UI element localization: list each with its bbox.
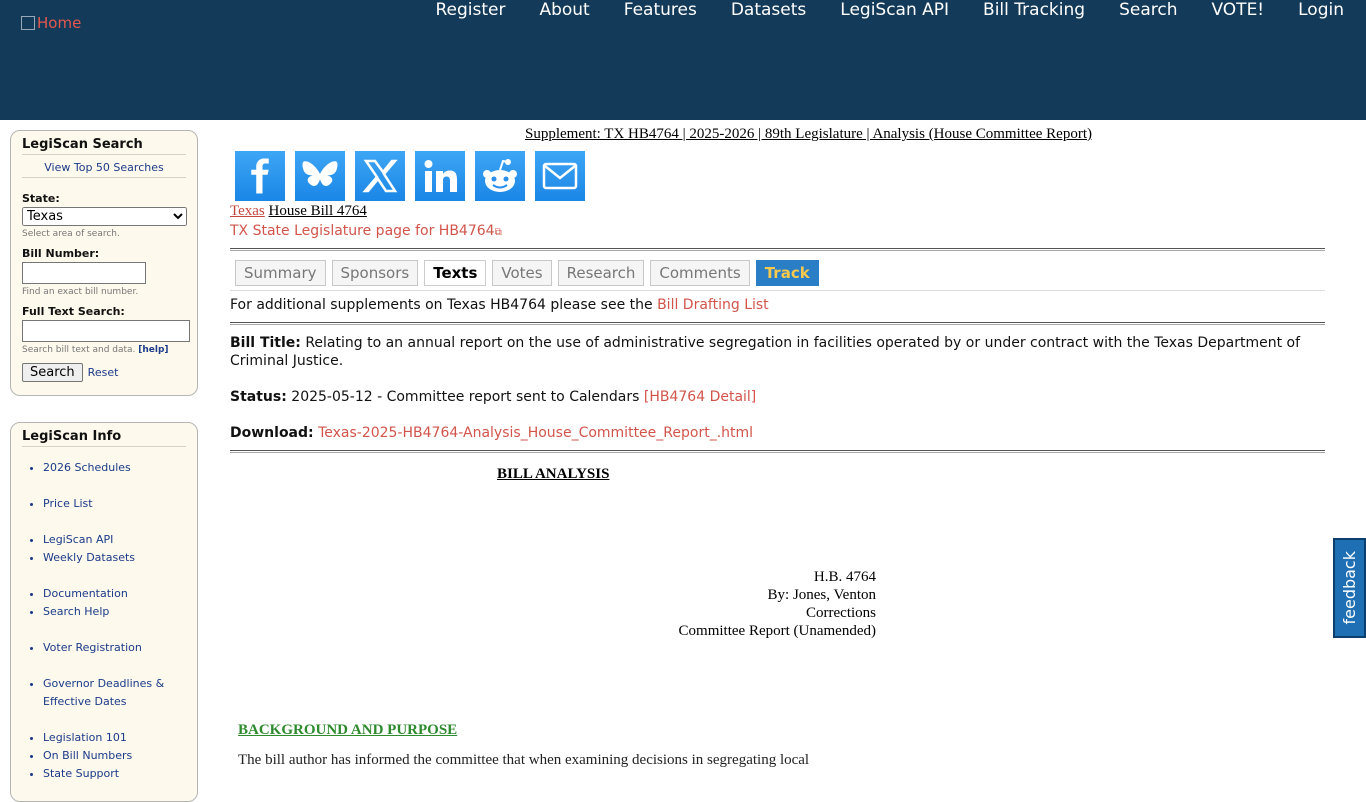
state-select[interactable]: Texas (22, 207, 187, 226)
tx-legislature-link[interactable]: TX State Legislature page for HB4764⧉ (230, 223, 1325, 239)
doc-meta: H.B. 4764 By: Jones, Venton Corrections … (678, 569, 876, 639)
info-link-price-list[interactable]: Price List (43, 495, 186, 513)
info-list: 2026 Schedules Price List LegiScan API W… (22, 459, 186, 783)
info-link-documentation[interactable]: Documentation (43, 585, 186, 603)
nav-search[interactable]: Search (1119, 0, 1177, 20)
bill-name: Texas House Bill 4764 (230, 203, 1325, 220)
bill-title: Bill Title: Relating to an annual report… (230, 335, 1301, 369)
doc-section-heading: BACKGROUND AND PURPOSE (238, 722, 458, 738)
info-link-governor-deadlines[interactable]: Governor Deadlines & Effective Dates (43, 675, 186, 711)
reset-link[interactable]: Reset (88, 366, 119, 379)
nav-legiscan-api[interactable]: LegiScan API (840, 0, 949, 20)
feedback-tab[interactable]: feedback (1333, 538, 1366, 638)
bill-detail-link[interactable]: [HB4764 Detail] (644, 389, 756, 405)
tab-votes[interactable]: Votes (492, 260, 552, 286)
nav-vote[interactable]: VOTE! (1211, 0, 1264, 20)
nav-bill-tracking[interactable]: Bill Tracking (983, 0, 1085, 20)
bill-drafting-list-link[interactable]: Bill Drafting List (657, 297, 769, 313)
broken-image-icon (21, 16, 35, 30)
doc-body-line: The bill author has informed the committ… (238, 752, 810, 768)
search-button[interactable]: Search (22, 363, 83, 382)
share-bar (235, 151, 1325, 201)
info-link-voter-registration[interactable]: Voter Registration (43, 639, 186, 657)
info-link-schedules[interactable]: 2026 Schedules (43, 459, 186, 477)
nav-datasets[interactable]: Datasets (731, 0, 806, 20)
top-nav: Register About Features Datasets LegiSca… (401, 0, 1344, 20)
tab-texts[interactable]: Texts (424, 260, 487, 286)
nav-features[interactable]: Features (624, 0, 697, 20)
doc-heading: BILL ANALYSIS (497, 466, 610, 482)
divider (230, 248, 1325, 251)
email-icon[interactable] (535, 151, 585, 201)
info-link-bill-numbers[interactable]: On Bill Numbers (43, 747, 186, 765)
search-box-title: LegiScan Search (22, 137, 186, 155)
nav-login[interactable]: Login (1298, 0, 1344, 20)
reddit-icon[interactable] (475, 151, 525, 201)
legiscan-info-box: LegiScan Info 2026 Schedules Price List … (10, 422, 198, 802)
nav-register[interactable]: Register (435, 0, 505, 20)
tab-track[interactable]: Track (755, 260, 819, 286)
external-link-icon: ⧉ (494, 227, 502, 238)
facebook-icon[interactable] (235, 151, 285, 201)
main-content: Supplement: TX HB4764 | 2025-2026 | 89th… (230, 126, 1325, 768)
top-header: Home Register About Features Datasets Le… (0, 0, 1366, 120)
x-icon[interactable] (355, 151, 405, 201)
full-text-hint: Search bill text and data. [help] (22, 345, 169, 355)
tab-sponsors[interactable]: Sponsors (331, 260, 419, 286)
download-link[interactable]: Texas-2025-HB4764-Analysis_House_Committ… (318, 425, 753, 441)
bill-number-hint: Find an exact bill number. (22, 287, 139, 297)
supplement-heading[interactable]: Supplement: TX HB4764 | 2025-2026 | 89th… (292, 126, 1325, 143)
legiscan-search-box: LegiScan Search View Top 50 Searches Sta… (10, 130, 198, 396)
bill-number-label: Bill Number: (22, 247, 100, 260)
help-link[interactable]: [help] (138, 345, 168, 355)
bill-tabs: Summary Sponsors Texts Votes Research Co… (235, 260, 1325, 286)
linkedin-icon[interactable] (415, 151, 465, 201)
divider (230, 450, 1325, 453)
supplements-note: For additional supplements on Texas HB47… (230, 297, 769, 313)
tab-summary[interactable]: Summary (235, 260, 326, 286)
top-50-searches-link[interactable]: View Top 50 Searches (22, 161, 186, 178)
home-logo-link[interactable]: Home (21, 14, 81, 32)
bill-download: Download: Texas-2025-HB4764-Analysis_Hou… (230, 425, 754, 441)
tab-research[interactable]: Research (557, 260, 645, 286)
full-text-label: Full Text Search: (22, 305, 125, 318)
info-link-search-help[interactable]: Search Help (43, 603, 186, 621)
divider (230, 322, 1325, 325)
divider (230, 290, 1325, 291)
info-link-legiscan-api[interactable]: LegiScan API (43, 531, 186, 549)
bill-number-input[interactable] (22, 262, 146, 284)
full-text-input[interactable] (22, 320, 190, 342)
bill-link[interactable]: House Bill 4764 (269, 203, 367, 219)
info-link-legislation-101[interactable]: Legislation 101 (43, 729, 186, 747)
state-hint: Select area of search. (22, 229, 120, 239)
bluesky-icon[interactable] (295, 151, 345, 201)
info-box-title: LegiScan Info (22, 429, 186, 447)
tab-comments[interactable]: Comments (650, 260, 750, 286)
bill-document: BILL ANALYSIS H.B. 4764 By: Jones, Vento… (230, 462, 1325, 768)
state-link[interactable]: Texas (230, 203, 265, 219)
state-label: State: (22, 192, 60, 205)
info-link-weekly-datasets[interactable]: Weekly Datasets (43, 549, 186, 567)
bill-status: Status: 2025-05-12 - Committee report se… (230, 389, 757, 405)
nav-about[interactable]: About (539, 0, 589, 20)
